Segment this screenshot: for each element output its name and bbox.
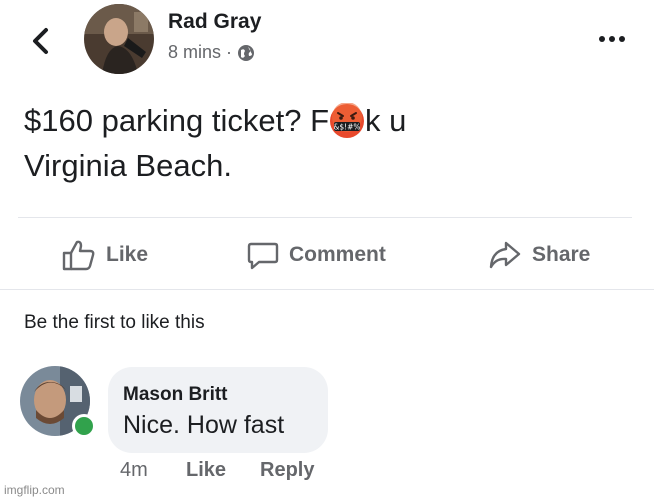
divider [0, 289, 654, 290]
share-button-label: Share [532, 243, 591, 266]
more-options-button[interactable] [596, 30, 628, 48]
watermark: imgflip.com [4, 483, 65, 497]
comment-like-button[interactable]: Like [186, 459, 226, 482]
comment-text: Nice. How fast [123, 411, 285, 439]
more-horizontal-icon [599, 36, 625, 42]
post-text: $160 parking ticket? F &$!#% k u Virgini… [24, 98, 624, 188]
post-text-line-2: Virginia Beach. [24, 148, 232, 183]
post-timestamp[interactable]: 8 mins [168, 42, 221, 63]
post-author-name[interactable]: Rad Gray [168, 10, 261, 34]
comment-button-label: Comment [289, 243, 386, 266]
globe-icon [238, 44, 255, 61]
comment-bubble-icon [247, 242, 279, 270]
back-button[interactable] [26, 24, 56, 58]
comment-timestamp: 4m [120, 459, 148, 481]
comment-author-name[interactable]: Mason Britt [123, 384, 228, 406]
share-arrow-icon [489, 241, 521, 269]
angry-face-emoji-icon: &$!#% [329, 102, 365, 139]
author-avatar[interactable] [84, 4, 154, 74]
chevron-left-icon [33, 28, 48, 54]
emoji-symbols: &$!#% [333, 123, 360, 132]
thumbs-up-icon [62, 240, 95, 271]
share-button[interactable]: Share [488, 233, 590, 277]
like-button-label: Like [106, 243, 149, 266]
like-button[interactable]: Like [62, 233, 148, 277]
divider [18, 217, 632, 218]
reactions-summary: Be the first to like this [24, 312, 205, 333]
post-meta: 8 mins · [168, 42, 255, 63]
comment-button[interactable]: Comment [247, 233, 386, 277]
meta-separator: · [226, 42, 233, 62]
online-status-indicator [72, 414, 96, 438]
comment-bubble [108, 367, 328, 453]
post-text-line-1: $160 parking ticket? F &$!#% k u [24, 102, 407, 139]
comment-reply-button[interactable]: Reply [260, 459, 314, 482]
